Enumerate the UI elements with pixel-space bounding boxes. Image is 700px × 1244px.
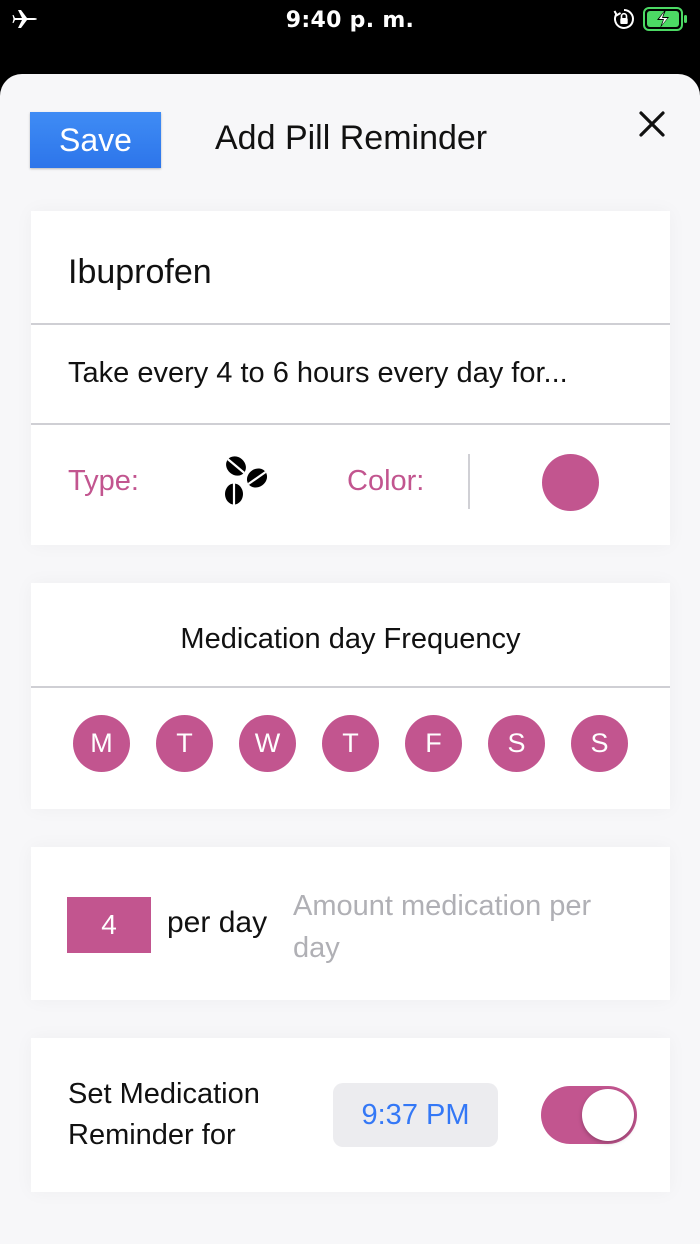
close-icon[interactable] [636, 108, 668, 140]
color-swatch[interactable] [542, 454, 599, 511]
amount-input[interactable]: 4 [67, 897, 151, 953]
reminder-toggle[interactable] [541, 1086, 637, 1144]
color-label: Color: [347, 465, 425, 497]
reminder-time-picker[interactable]: 9:37 PM [333, 1083, 498, 1147]
amount-card: 4 per day Amount medication per day [31, 847, 670, 1000]
medication-name-field[interactable]: Ibuprofen [68, 253, 212, 292]
day-toggle-monday[interactable]: M [73, 715, 130, 772]
page-title: Add Pill Reminder [215, 119, 488, 157]
day-toggle-saturday[interactable]: S [488, 715, 545, 772]
divider [31, 323, 670, 325]
amount-placeholder: Amount medication per day [293, 890, 592, 964]
medication-description-field[interactable]: Take every 4 to 6 hours every day for... [68, 357, 648, 390]
battery-charging-icon [643, 7, 687, 31]
divider [31, 686, 670, 688]
day-toggle-tuesday[interactable]: T [156, 715, 213, 772]
type-label: Type: [68, 465, 139, 497]
per-day-label: per day [167, 906, 268, 939]
frequency-title: Medication day Frequency [180, 623, 521, 655]
toggle-knob [582, 1089, 634, 1141]
day-toggle-thursday[interactable]: T [322, 715, 379, 772]
status-bar: 9:40 p. m. [0, 0, 700, 74]
frequency-card: Medication day Frequency M T W T F S S [31, 583, 670, 809]
rotation-lock-icon [613, 9, 634, 29]
status-time: 9:40 p. m. [285, 8, 415, 33]
medication-details-card: Ibuprofen Take every 4 to 6 hours every … [31, 211, 670, 545]
day-toggle-sunday[interactable]: S [571, 715, 628, 772]
day-toggle-friday[interactable]: F [405, 715, 462, 772]
separator [468, 454, 470, 509]
reminder-card: Set Medication Reminder for 9:37 PM [31, 1038, 670, 1192]
divider [31, 423, 670, 425]
save-button[interactable]: Save [30, 112, 161, 168]
pills-icon[interactable] [223, 454, 269, 506]
day-toggle-wednesday[interactable]: W [239, 715, 296, 772]
reminder-label: Set Medication Reminder for [68, 1078, 260, 1151]
add-pill-reminder-sheet: Save Add Pill Reminder Ibuprofen Take ev… [0, 74, 700, 1244]
